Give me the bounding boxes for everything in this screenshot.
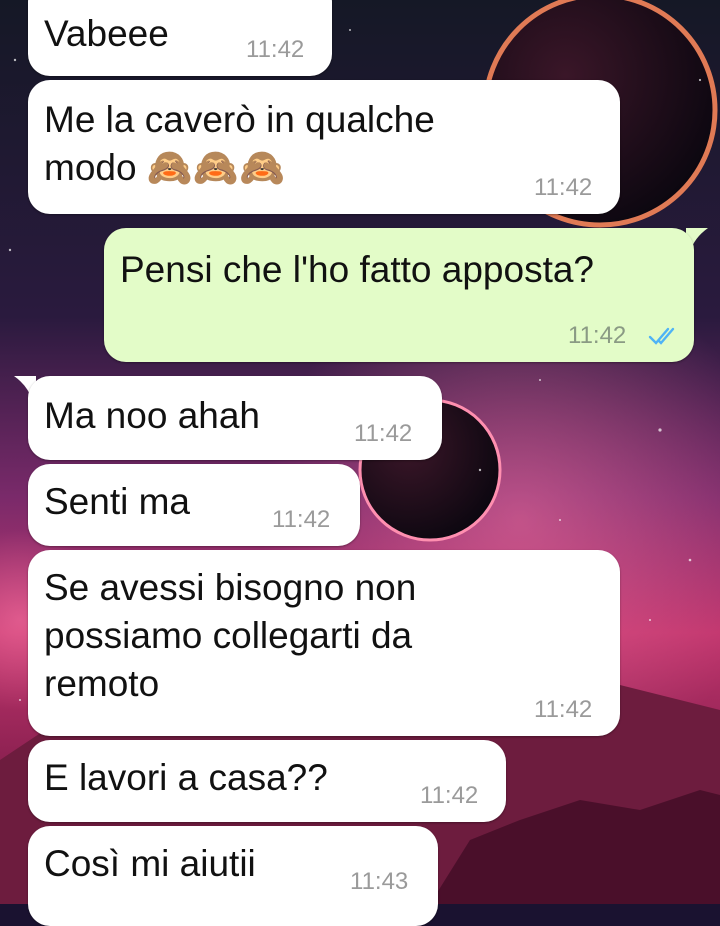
message-timestamp: 11:42 bbox=[568, 322, 627, 349]
message-timestamp: 11:42 bbox=[534, 174, 593, 201]
message-text: Senti ma bbox=[44, 481, 191, 522]
message-timestamp: 11:42 bbox=[272, 506, 331, 533]
message-text: Così mi aiutii bbox=[44, 843, 256, 884]
message-text: Me la caverò in qualche modo 🙈🙈🙈 bbox=[44, 99, 435, 188]
message-timestamp: 11:42 bbox=[354, 420, 413, 447]
message-text: E lavori a casa?? bbox=[44, 757, 328, 798]
message-timestamp: 11:42 bbox=[420, 782, 479, 809]
message-bubble-incoming[interactable]: Se avessi bisogno non possiamo collegart… bbox=[28, 550, 620, 736]
message-bubble-incoming[interactable]: Ma noo ahah 11:42 bbox=[28, 376, 442, 460]
message-bubble-incoming[interactable]: Così mi aiutii 11:43 bbox=[28, 826, 438, 926]
message-text: Ma noo ahah bbox=[44, 395, 261, 436]
message-bubble-incoming[interactable]: Vabeee 11:42 bbox=[28, 0, 332, 76]
message-bubble-incoming[interactable]: E lavori a casa?? 11:42 bbox=[28, 740, 506, 822]
message-timestamp: 11:42 bbox=[534, 696, 593, 723]
double-check-read-icon bbox=[648, 327, 675, 345]
message-timestamp: 11:42 bbox=[246, 36, 305, 63]
message-text: Pensi che l'ho fatto apposta? bbox=[120, 249, 595, 290]
message-bubble-incoming[interactable]: Me la caverò in qualche modo 🙈🙈🙈 11:42 bbox=[28, 80, 620, 214]
message-text: Vabeee bbox=[44, 13, 169, 54]
message-timestamp: 11:43 bbox=[350, 868, 409, 895]
message-bubble-outgoing[interactable]: Pensi che l'ho fatto apposta? 11:42 bbox=[104, 228, 694, 362]
message-bubble-incoming[interactable]: Senti ma 11:42 bbox=[28, 464, 360, 546]
message-text: Se avessi bisogno non possiamo collegart… bbox=[44, 567, 417, 704]
